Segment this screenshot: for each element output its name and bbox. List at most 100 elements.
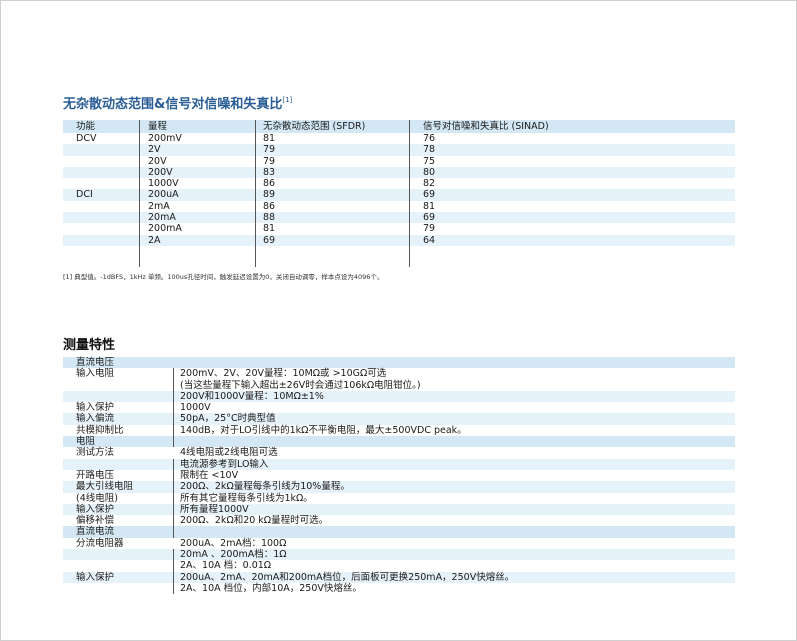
cell-sinad: 75 [423, 155, 436, 167]
table-row: 共模抑制比 140dB，对于LO引线中的1kΩ不平衡电阻，最大±500VDC p… [63, 425, 735, 436]
table-row: 20V 79 75 [63, 156, 735, 167]
param-value: 20mA 、200mA档：1Ω [180, 549, 287, 561]
header-range: 量程 [148, 121, 168, 132]
table-row: 200V和1000V量程：10MΩ±1% [63, 390, 735, 403]
param-value: 200V和1000V量程：10MΩ±1% [180, 390, 324, 402]
cell-sfdr: 88 [263, 212, 276, 224]
table-row: 2A、10A 档：0.01Ω [63, 560, 735, 571]
table-row: 2mA 86 81 [63, 201, 735, 212]
section1-title-text: 无杂散动态范围&信号对信噪和失真比 [63, 97, 283, 112]
table-row: 2A、10A 档位，内部10A，250V快熔丝。 [63, 583, 735, 594]
table-row: 2V 79 78 [63, 144, 735, 156]
table-row: 200mA 81 79 [63, 223, 735, 234]
cell-function: DCI [76, 189, 93, 201]
header-function: 功能 [76, 121, 96, 132]
param-value: 4线电阻或2线电阻可选 [180, 447, 278, 459]
table-row: DCI 200uA 89 69 [63, 189, 735, 201]
param-name: 偏移补偿 [76, 515, 115, 527]
header-sinad: 信号对信噪和失真比 (SINAD) [423, 121, 549, 132]
table-row: 输入保护 1000V [63, 402, 735, 413]
param-value: 所有其它量程每条引线为1kΩ。 [180, 492, 313, 504]
section-header-resistance: 电阻 [63, 436, 735, 448]
param-name: 最大引线电阻 [76, 481, 134, 493]
table-row: 输入电阻 200mV、2V、20V量程：10MΩ或 >10GΩ可选 [63, 368, 735, 379]
cell-sfdr: 86 [263, 200, 276, 212]
table-footnote: [1] 典型值。-1dBFS，1kHz 单频。100us孔径时间，触发延迟设置为… [63, 273, 384, 281]
table-row: 开路电压 限制在 <10V [63, 470, 735, 481]
sfdr-sinad-table: 功能 量程 无杂散动态范围 (SFDR) 信号对信噪和失真比 (SINAD) D… [63, 120, 735, 267]
param-name: 输入电阻 [76, 368, 115, 380]
section1-title-footnote-ref: [1] [282, 96, 293, 104]
cell-sinad: 64 [423, 234, 436, 246]
column-divider [139, 120, 140, 267]
param-value: 电流源参考到LO输入 [180, 458, 269, 470]
param-name: 输入保护 [76, 571, 115, 583]
table-row: 偏移补偿 200Ω、2kΩ和20 kΩ量程时可选。 [63, 515, 735, 526]
table-row: 1000V 86 82 [63, 178, 735, 189]
column-divider [173, 549, 174, 595]
table-row: 电流源参考到LO输入 [63, 458, 735, 470]
cell-function: DCV [76, 133, 97, 144]
section-label: 直流电压 [76, 357, 115, 368]
cell-range: 200V [148, 166, 173, 178]
column-divider [409, 120, 410, 267]
param-value: 200Ω、2kΩ量程每条引线为10%量程。 [180, 481, 350, 493]
table-row: 输入保护 200uA、2mA、20mA和200mA档位，后面板可更换250mA，… [63, 571, 735, 583]
cell-range: 2mA [148, 200, 170, 212]
param-value: 2A、10A 档位，内部10A，250V快熔丝。 [180, 582, 362, 594]
param-name: 输入保护 [76, 503, 115, 515]
cell-range: 200mA [148, 223, 182, 235]
section-header-dc-voltage: 直流电压 [63, 357, 735, 369]
param-name: 共模抑制比 [76, 424, 124, 436]
param-value: 限制在 <10V [180, 469, 239, 481]
cell-range: 1000V [148, 178, 179, 190]
cell-sinad: 76 [423, 133, 436, 144]
section2-title: 测量特性 [63, 338, 116, 353]
cell-sfdr: 79 [263, 155, 276, 167]
column-divider [255, 120, 256, 267]
cell-sinad: 69 [423, 212, 436, 224]
table-row: DCV 200mV 81 76 [63, 133, 735, 144]
param-name: 开路电压 [76, 469, 115, 481]
section-label: 电阻 [76, 436, 96, 448]
cell-range: 2A [148, 234, 161, 246]
cell-sinad: 81 [423, 200, 436, 212]
param-name: 测试方法 [76, 447, 115, 459]
cell-sfdr: 89 [263, 189, 276, 201]
table-row: (4线电阻) 所有其它量程每条引线为1kΩ。 [63, 493, 735, 504]
table-row: 测试方法 4线电阻或2线电阻可选 [63, 447, 735, 458]
section-header-dc-current: 直流电流 [63, 526, 735, 538]
cell-sinad: 78 [423, 144, 436, 156]
param-value: 200mV、2V、20V量程：10MΩ或 >10GΩ可选 [180, 368, 387, 380]
cell-range: 2V [148, 144, 161, 156]
cell-sfdr: 69 [263, 234, 276, 246]
section1-title: 无杂散动态范围&信号对信噪和失真比[1] [63, 93, 292, 112]
param-value: 2A、10A 档：0.01Ω [180, 560, 272, 572]
cell-sfdr: 83 [263, 166, 276, 178]
table-header-row: 功能 量程 无杂散动态范围 (SFDR) 信号对信噪和失真比 (SINAD) [63, 120, 735, 133]
param-name: 输入偏流 [76, 413, 115, 425]
param-value: 140dB，对于LO引线中的1kΩ不平衡电阻，最大±500VDC peak。 [180, 424, 467, 436]
table-row: 20mA 、200mA档：1Ω [63, 549, 735, 561]
table-row: (当这些量程下输入超出±26V时会通过106kΩ电阻钳位。) [63, 380, 735, 391]
table-row: 分流电阻器 200uA、2mA档：100Ω [63, 538, 735, 549]
param-name: 分流电阻器 [76, 537, 124, 549]
measurement-characteristics-table: 直流电压 输入电阻 200mV、2V、20V量程：10MΩ或 >10GΩ可选 (… [63, 357, 735, 595]
cell-sinad: 79 [423, 223, 436, 235]
param-value: 1000V [180, 402, 211, 414]
param-value: 200uA、2mA档：100Ω [180, 537, 287, 549]
table-row: 输入保护 所有量程1000V [63, 503, 735, 516]
cell-sinad: 80 [423, 166, 436, 178]
cell-sinad: 82 [423, 178, 436, 190]
table-row: 2A 69 64 [63, 234, 735, 246]
cell-sfdr: 79 [263, 144, 276, 156]
section-label: 直流电流 [76, 526, 115, 538]
column-divider [173, 368, 174, 448]
column-divider [173, 458, 174, 538]
table-row: 输入偏流 50pA，25°C时典型值 [63, 413, 735, 425]
table-row: 20mA 88 69 [63, 212, 735, 224]
cell-sfdr: 81 [263, 133, 276, 144]
cell-range: 200mV [148, 133, 182, 144]
cell-sfdr: 86 [263, 178, 276, 190]
table-row: 200V 83 80 [63, 166, 735, 179]
